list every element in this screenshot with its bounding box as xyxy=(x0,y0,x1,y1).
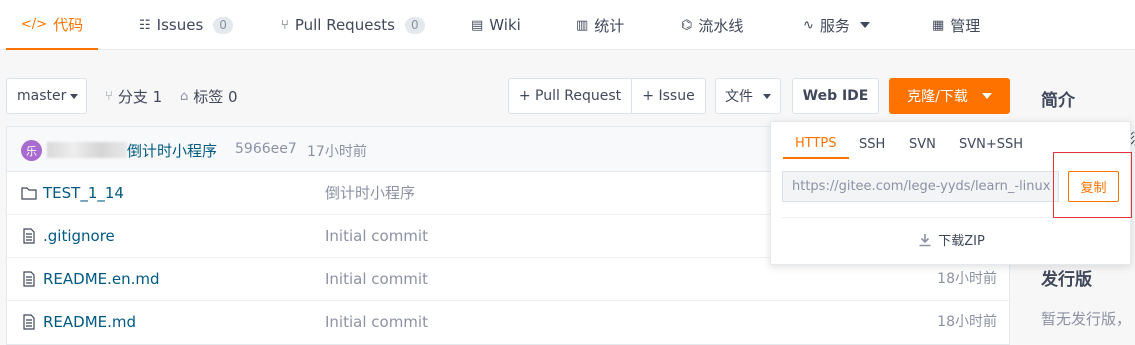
clone-download-label: 克隆/下载 xyxy=(907,89,968,105)
file-name-link[interactable]: TEST_1_14 xyxy=(43,172,124,215)
new-pull-request-button[interactable]: + Pull Request xyxy=(508,78,632,114)
chevron-down-icon xyxy=(981,93,992,99)
file-commit-message[interactable]: Initial commit xyxy=(325,301,428,344)
tab-stats[interactable]: ▥ 统计 xyxy=(576,0,624,50)
intro-heading: 简介 xyxy=(1041,91,1075,111)
pull-request-icon: ⑂ xyxy=(281,17,289,33)
commit-message-link[interactable]: 倒计时小程序 xyxy=(127,140,217,161)
file-icon xyxy=(23,314,35,330)
file-commit-message[interactable]: Initial commit xyxy=(325,258,428,301)
file-icon xyxy=(23,228,35,244)
branch-icon: ⑂ xyxy=(105,88,113,104)
file-menu-button[interactable]: 文件 xyxy=(715,78,781,114)
download-zip-link[interactable]: 下载ZIP xyxy=(771,230,1132,249)
file-name-link[interactable]: .gitignore xyxy=(43,215,115,258)
pulse-icon: ∿ xyxy=(803,17,814,33)
branches-label: 分支 1 xyxy=(117,87,163,106)
tab-ssh[interactable]: SSH xyxy=(859,129,885,159)
tab-https[interactable]: HTTPS xyxy=(783,129,849,159)
clone-download-button[interactable]: 克隆/下载 xyxy=(889,78,1010,114)
chevron-down-icon xyxy=(763,93,771,99)
pull-requests-count-badge: 0 xyxy=(404,16,425,34)
pipeline-icon: ⌬ xyxy=(681,17,693,33)
tab-pipeline-label: 流水线 xyxy=(698,16,744,35)
tab-code[interactable]: </> 代码 xyxy=(6,0,98,50)
file-commit-message[interactable]: Initial commit xyxy=(325,215,428,258)
release-heading: 发行版 xyxy=(1041,270,1092,290)
commit-time: 17小时前 xyxy=(307,144,367,160)
download-zip-label: 下载ZIP xyxy=(938,234,985,249)
tab-code-label: 代码 xyxy=(53,15,84,34)
repo-nav-tabs: </> 代码 ☷ Issues 0 ⑂ Pull Requests 0 ▤ Wi… xyxy=(0,0,1135,50)
file-name-link[interactable]: README.en.md xyxy=(43,258,160,301)
chevron-down-icon xyxy=(70,93,79,99)
new-pull-request-label: + Pull Request xyxy=(518,88,622,104)
issues-count-badge: 0 xyxy=(213,16,233,34)
tab-services[interactable]: ∿ 服务 xyxy=(803,0,870,50)
tab-stats-label: 统计 xyxy=(594,16,625,35)
branch-select-label: master xyxy=(17,88,67,104)
tab-svn[interactable]: SVN xyxy=(909,129,936,159)
tab-svn-ssh[interactable]: SVN+SSH xyxy=(959,129,1023,159)
web-ide-button[interactable]: Web IDE xyxy=(792,78,879,114)
tab-pull-requests-label: Pull Requests xyxy=(294,16,395,34)
tag-icon: ⌂ xyxy=(180,88,189,104)
code-icon: </> xyxy=(20,16,48,32)
tab-services-label: 服务 xyxy=(819,16,850,35)
table-row: README.md Initial commit 18小时前 xyxy=(7,301,1009,344)
tab-pull-requests[interactable]: ⑂ Pull Requests 0 xyxy=(281,0,425,50)
tab-wiki[interactable]: ▤ Wiki xyxy=(471,0,521,50)
avatar[interactable]: 乐 xyxy=(21,140,42,161)
release-empty-text: 暂无发行版， xyxy=(1041,310,1132,328)
file-name-link[interactable]: README.md xyxy=(43,301,136,344)
tab-wiki-label: Wiki xyxy=(489,16,521,34)
tab-pipeline[interactable]: ⌬ 流水线 xyxy=(681,0,743,50)
manage-icon: ▦ xyxy=(932,17,945,33)
tab-manage[interactable]: ▦ 管理 xyxy=(932,0,980,50)
tab-manage-label: 管理 xyxy=(950,16,981,35)
commit-hash-link[interactable]: 5966ee7 xyxy=(235,141,297,157)
branch-select[interactable]: master xyxy=(6,78,87,114)
file-icon xyxy=(23,271,35,287)
tab-issues-label: Issues xyxy=(156,16,204,34)
tags-link[interactable]: ⌂ 标签 0 xyxy=(180,78,238,114)
file-menu-label: 文件 xyxy=(725,89,753,105)
new-issue-label: + Issue xyxy=(642,88,695,104)
book-icon: ▤ xyxy=(471,17,484,33)
file-commit-time: 18小时前 xyxy=(937,314,997,330)
clone-url-input[interactable]: https://gitee.com/lege-yyds/learn_-linux xyxy=(782,171,1059,202)
chevron-down-icon xyxy=(859,22,870,28)
highlight-box xyxy=(1053,152,1132,218)
author-name-blurred xyxy=(47,142,127,158)
folder-icon xyxy=(21,187,37,200)
download-icon xyxy=(919,233,931,246)
tab-issues[interactable]: ☷ Issues 0 xyxy=(139,0,233,50)
web-ide-label: Web IDE xyxy=(802,88,869,104)
tags-label: 标签 0 xyxy=(193,87,238,106)
file-commit-message[interactable]: 倒计时小程序 xyxy=(325,172,415,215)
bar-chart-icon: ▥ xyxy=(576,17,589,33)
issues-icon: ☷ xyxy=(139,17,151,33)
branches-link[interactable]: ⑂ 分支 1 xyxy=(105,78,162,114)
new-issue-button[interactable]: + Issue xyxy=(631,78,706,114)
